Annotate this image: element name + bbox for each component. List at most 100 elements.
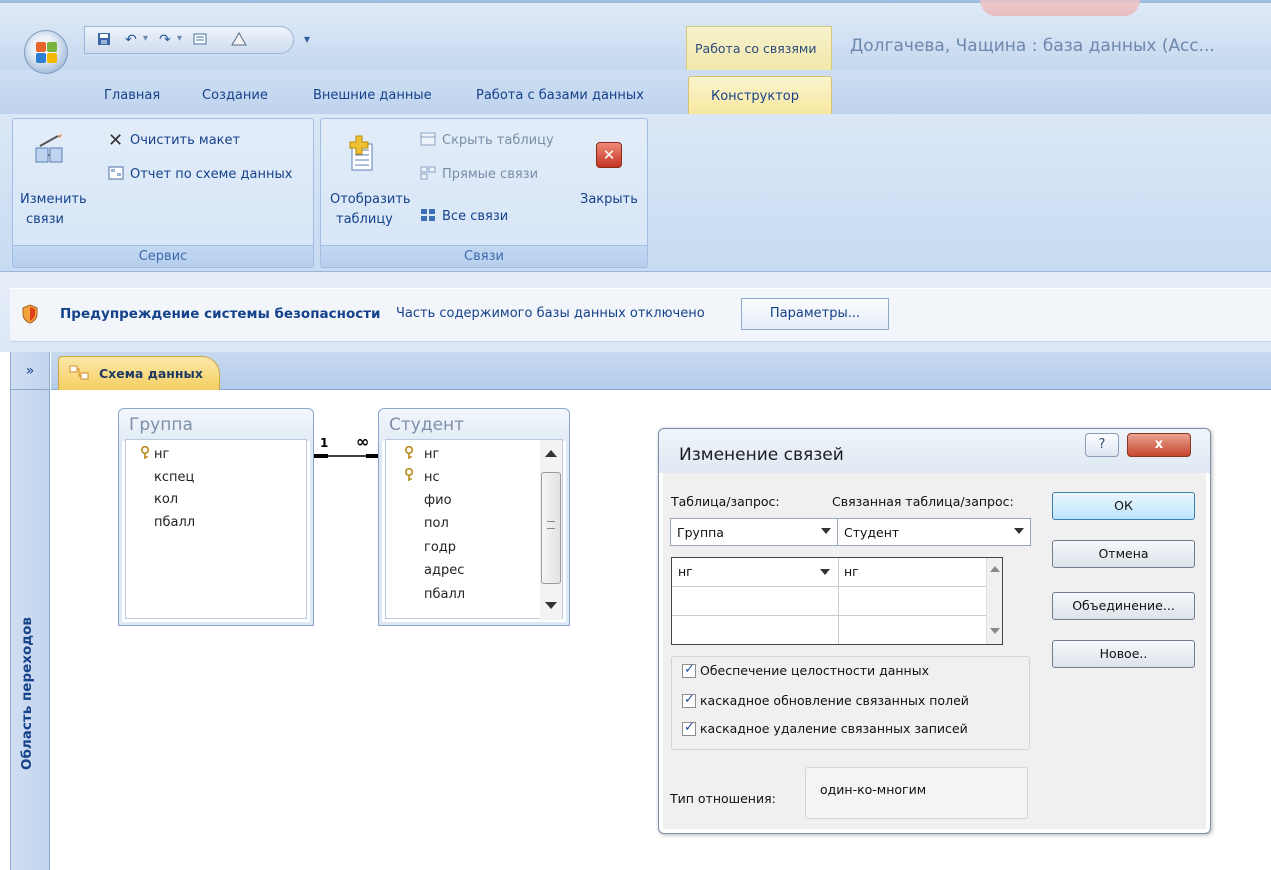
all-relations-button[interactable]: Все связи [420,208,508,224]
chevron-down-icon[interactable] [820,569,830,575]
scroll-grip-icon [547,521,555,529]
print-preview-icon[interactable] [193,32,209,50]
close-x-icon: ✕ [108,130,124,151]
scroll-thumb[interactable] [541,472,561,584]
dialog-title: Изменение связей [679,445,844,465]
cascade-update-label[interactable]: каскадное обновление связанных полей [700,693,969,708]
cascade-update-checkbox[interactable] [682,692,696,708]
tab-external-data[interactable]: Внешние данные [313,88,432,103]
close-red-icon: ✕ [596,142,622,168]
table-group-field-list [125,439,307,619]
field-item[interactable]: нс [424,470,440,485]
tab-home[interactable]: Главная [104,88,160,103]
table-group-titlebar[interactable]: Группа [119,409,313,441]
redo-dropdown-icon[interactable]: ▾ [177,33,182,44]
cascade-delete-label[interactable]: каскадное удаление связанных записей [700,721,968,736]
clear-layout-button[interactable]: ✕ Очистить макет [108,130,240,151]
grid-divider [672,586,988,587]
document-tab-strip [51,352,1271,390]
scroll-up-icon[interactable] [990,566,1000,572]
tab-database-tools[interactable]: Работа с базами данных [476,88,644,103]
integrity-checkbox[interactable] [682,662,696,678]
group-relations-label: Связи [321,245,647,267]
tab-create[interactable]: Создание [202,88,268,103]
close-button[interactable]: x [1127,433,1191,457]
shield-icon [22,304,38,324]
cancel-button[interactable]: Отмена [1052,540,1195,568]
table-group-window[interactable]: Группа [118,408,314,626]
ok-button[interactable]: ОК [1052,492,1195,520]
redo-icon[interactable]: ↷ [159,32,171,48]
field-item[interactable]: нг [154,447,169,462]
field-item[interactable]: нг [424,447,439,462]
field-item[interactable]: годр [424,540,456,555]
create-new-button[interactable]: Новое.. [1052,640,1195,668]
cascade-delete-checkbox[interactable] [682,720,696,736]
dialog-titlebar[interactable]: Изменение связей ? x [659,429,1210,473]
grid-divider [838,558,839,644]
relationship-one-label: 1 [320,436,329,450]
related-table-select[interactable]: Студент [837,518,1031,546]
nav-pane-label[interactable]: Область переходов [12,570,42,770]
scroll-down-icon[interactable] [990,628,1000,634]
grid-left-field[interactable]: нг [678,564,693,579]
field-item[interactable]: адрес [424,563,464,578]
field-item[interactable]: пол [424,516,449,531]
show-table-button[interactable]: Отобразить таблицу [326,128,411,238]
undo-dropdown-icon[interactable]: ▾ [143,33,148,44]
customize-qat-icon[interactable]: ▾ [304,32,310,46]
edit-relations-icon [34,134,66,173]
join-type-button[interactable]: Объединение... [1052,592,1195,620]
table-student-field-list [385,439,563,619]
relationship-many-label: ∞ [356,432,370,451]
security-warning-title: Предупреждение системы безопасности [60,306,381,322]
table-student-titlebar[interactable]: Студент [379,409,569,441]
scroll-down-icon[interactable] [545,602,557,609]
scroll-up-icon[interactable] [545,450,557,457]
nav-pane-toggle-button[interactable]: » [10,352,50,390]
table-query-label: Таблица/запрос: [671,494,780,509]
chevron-down-icon [821,528,831,534]
close-relations-button[interactable]: ✕ Закрыть [574,132,644,222]
grid-divider [672,615,988,616]
tab-designer[interactable]: Конструктор [688,76,832,116]
hide-table-button[interactable]: Скрыть таблицу [420,132,554,148]
field-item[interactable]: пбалл [154,515,195,530]
alarm-icon[interactable] [231,32,247,50]
field-item[interactable]: фио [424,493,452,508]
field-item[interactable]: кспец [154,470,194,485]
relationships-icon [69,365,89,381]
quick-access-toolbar: ↶ ▾ ↷ ▾ [84,26,294,54]
save-icon[interactable] [97,32,111,50]
office-button[interactable] [24,30,68,74]
options-button[interactable]: Параметры... [741,298,889,330]
hide-table-icon [420,132,436,146]
edit-relations-button[interactable]: Изменить связи [18,128,96,238]
field-item[interactable]: кол [154,492,178,507]
group-service-label: Сервис [13,245,313,267]
chevron-down-icon [1014,528,1024,534]
grid-right-field[interactable]: нг [844,564,859,579]
related-table-label: Связанная таблица/запрос: [832,494,1014,509]
report-icon [108,166,124,180]
grid-scrollbar[interactable] [986,558,1002,644]
field-mapping-grid[interactable]: нг нг [671,557,1003,645]
field-item[interactable]: пбалл [424,587,465,602]
table-select[interactable]: Группа [670,518,838,546]
show-table-icon [346,134,378,177]
context-tab-group: Работа со связями [686,26,832,72]
table-student-title: Студент [389,415,465,435]
student-scrollbar[interactable] [540,440,562,620]
help-button[interactable]: ? [1085,433,1119,457]
primary-key-icon [404,445,414,460]
relation-type-label: Тип отношения: [670,791,776,806]
all-relations-icon [420,208,436,222]
security-warning-text: Часть содержимого базы данных отключено [396,306,705,321]
undo-icon[interactable]: ↶ [125,32,137,48]
direct-relations-button[interactable]: Прямые связи [420,166,538,182]
title-decoration [980,0,1140,16]
primary-key-icon [404,467,414,482]
tab-relationships[interactable]: Схема данных [58,356,220,390]
integrity-label[interactable]: Обеспечение целостности данных [700,663,935,678]
schema-report-button[interactable]: Отчет по схеме данных [108,166,292,182]
